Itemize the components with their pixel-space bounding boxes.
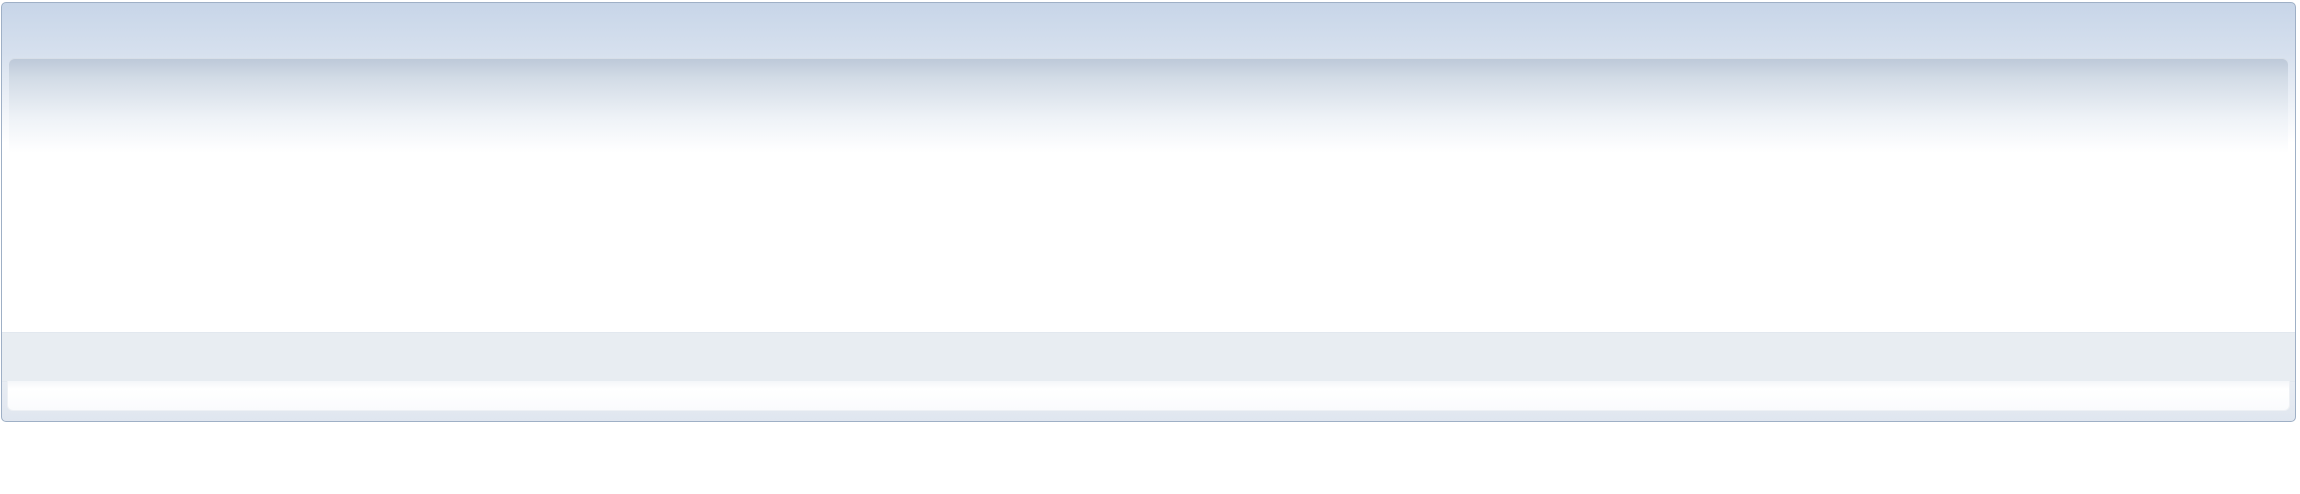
status-strip [2, 332, 2295, 382]
window-frame [1, 2, 2296, 422]
content-area [9, 58, 2288, 328]
content-panel [9, 58, 2288, 328]
bottom-panel [7, 381, 2290, 411]
title-bar[interactable] [2, 3, 2295, 57]
